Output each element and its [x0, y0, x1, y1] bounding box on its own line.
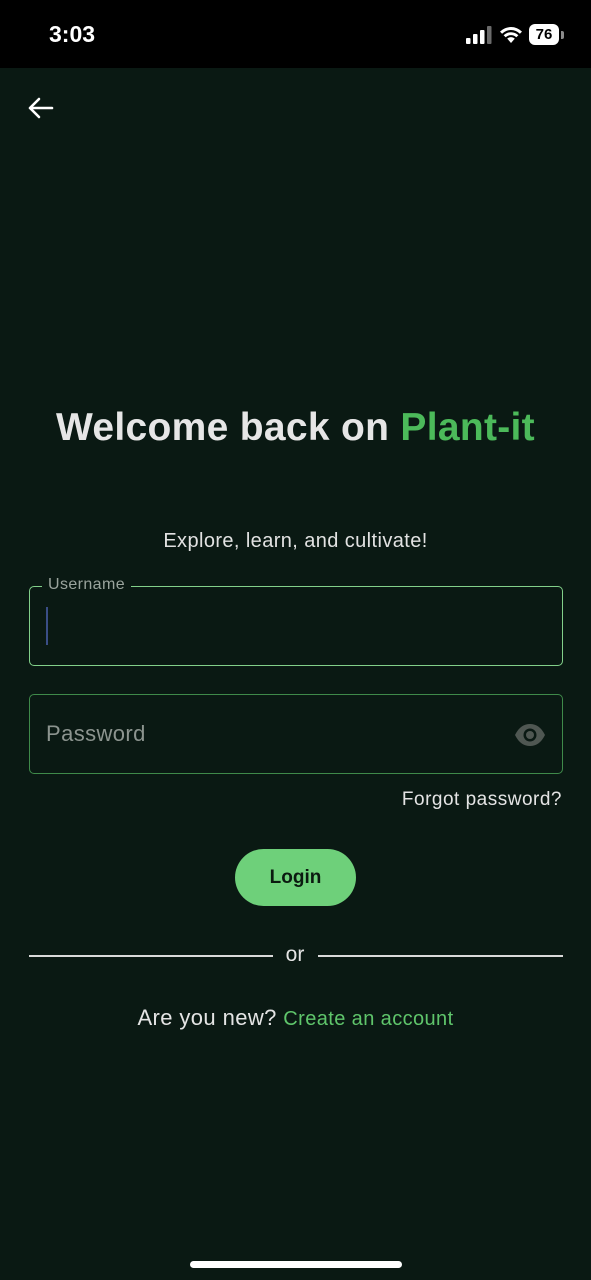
wifi-icon	[500, 27, 522, 43]
divider-or: or	[285, 943, 305, 966]
divider-line-right	[318, 955, 563, 957]
signup-prompt: Are you new? Create an account	[0, 1005, 591, 1031]
title-prefix: Welcome back on	[56, 406, 401, 449]
signup-question: Are you new?	[137, 1005, 277, 1030]
page-title: Welcome back on Plant-it	[40, 398, 551, 458]
home-indicator	[190, 1261, 402, 1268]
login-button[interactable]: Login	[235, 849, 356, 906]
status-time: 3:03	[49, 21, 96, 47]
password-input[interactable]	[46, 695, 506, 773]
back-button[interactable]	[22, 90, 58, 126]
username-field[interactable]: Username	[29, 576, 563, 666]
eye-icon[interactable]	[514, 719, 546, 751]
status-bar: 3:03 76	[0, 0, 591, 68]
battery-tip	[561, 31, 564, 39]
battery-level: 76	[535, 26, 553, 43]
divider-line-left	[29, 955, 273, 957]
brand-name: Plant-it	[400, 406, 535, 449]
cellular-signal-icon	[466, 26, 492, 44]
arrow-left-icon	[28, 97, 54, 119]
username-input[interactable]	[46, 587, 506, 665]
subtitle: Explore, learn, and cultivate!	[163, 530, 428, 552]
password-field[interactable]	[29, 694, 563, 774]
battery-icon: 76	[529, 24, 559, 45]
create-account-link[interactable]: Create an account	[283, 1008, 453, 1030]
forgot-password-link[interactable]: Forgot password?	[402, 789, 562, 811]
